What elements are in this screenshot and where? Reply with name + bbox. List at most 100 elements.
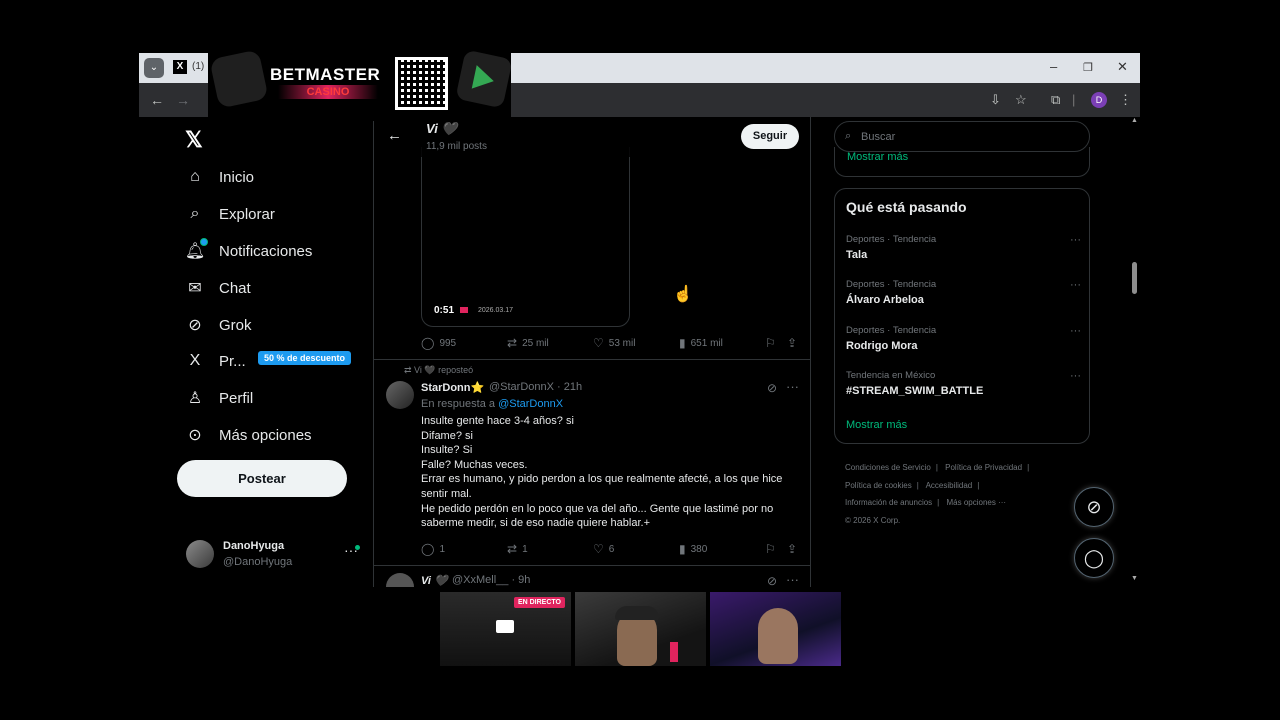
avatar[interactable] [386,381,414,409]
trend-more-icon[interactable]: ··· [1070,234,1081,246]
view-count: 651 mil [690,337,723,349]
discount-badge[interactable]: 50 % de descuento [258,351,352,365]
like-button[interactable]: ♡ 53 mil [593,336,635,350]
x-page: 𝕏 ⌂ Inicio ⌕ Explorar 🔔︎ Notificaciones … [139,117,1140,587]
ad-banner[interactable]: BETMASTER CASINO [208,45,513,121]
tab-title[interactable]: (1) [192,61,204,72]
tweet-actions: ◯ 1 ⇄ 1 ♡ 6 ▮ 380 ⚐ ⇪ [421,542,801,558]
trend-item[interactable]: Tendencia en México #STREAM_SWIM_BATTLE … [846,370,1081,406]
trends-title: Qué está pasando [846,199,967,215]
tweet-author-name[interactable]: StarDonn⭐ [421,381,484,394]
heart-icon: ♡ [593,542,604,556]
back-icon[interactable]: ← [150,92,164,108]
scroll-thumb[interactable] [1132,262,1137,294]
scrollbar[interactable]: ▲ ▼ [1129,117,1140,587]
trend-category: Tendencia en México [846,370,936,381]
tweet-author-handle[interactable]: @XxMell__ · 9h [452,574,530,586]
mouse-cursor-icon: ☝ [673,286,693,303]
trend-item[interactable]: Deportes · Tendencia Tala ··· [846,234,1081,270]
post-button[interactable]: Postear [177,460,347,497]
x-tab-favicon-icon[interactable]: X [173,60,187,74]
grok-icon[interactable]: ⊘ [767,574,777,587]
trend-item[interactable]: Deportes · Tendencia Álvaro Arbeloa ··· [846,279,1081,315]
tweet-author-name[interactable]: Vi 🖤 [421,574,448,587]
views-button[interactable]: ▮ 380 [679,542,707,556]
footer-separator: | [977,480,980,490]
trends-show-more-link[interactable]: Mostrar más [846,419,907,431]
trend-name: Rodrigo Mora [846,340,918,352]
minimize-icon[interactable]: – [1050,59,1057,74]
menu-kebab-icon[interactable]: ⋮ [1119,92,1132,108]
avatar[interactable] [386,573,414,587]
nav-item-grok[interactable]: ⊘ Grok [185,311,251,339]
footer-link[interactable]: Más opciones ··· [946,498,1006,507]
tweet-more-icon[interactable]: ··· [786,572,799,587]
tab-search-button[interactable]: ⌄ [144,58,164,78]
show-more-link[interactable]: Mostrar más [847,151,908,163]
search-box[interactable]: ⌕ [834,121,1090,152]
grok-fab-button[interactable]: ⊘ [1074,487,1114,527]
scroll-down-icon[interactable]: ▼ [1131,575,1138,582]
repost-button[interactable]: ⇄ 25 mil [507,336,549,350]
bell-icon: 🔔︎ [185,238,208,261]
extensions-icon[interactable]: ⧉ [1051,92,1060,108]
trend-item[interactable]: Deportes · Tendencia Rodrigo Mora ··· [846,325,1081,361]
scroll-up-icon[interactable]: ▲ [1131,117,1138,124]
install-app-icon[interactable]: ⇩ [990,92,1001,108]
live-badge: EN DIRECTO [513,597,565,608]
footer-link[interactable]: Política de Privacidad [945,463,1022,472]
x-logo-icon[interactable]: 𝕏 [185,127,203,153]
profile-avatar-icon[interactable]: D [1091,92,1107,108]
bookmark-button[interactable]: ⚐ [765,542,781,556]
account-name[interactable]: DanoHyuga [223,540,284,552]
nav-item-explorar[interactable]: ⌕ Explorar [185,200,275,228]
nav-item-chat[interactable]: ✉ Chat [185,274,250,302]
back-arrow-icon[interactable]: ← [387,127,402,144]
tweet-author-handle[interactable]: @StarDonnX · 21h [489,381,582,393]
search-input[interactable] [859,128,1079,146]
tweet-line: He pedido perdón en lo poco que va del a… [421,502,774,530]
reply-count: 995 [439,337,457,349]
nav-item-mas-opciones[interactable]: ⊙ Más opciones [185,421,311,449]
share-button[interactable]: ⇪ [787,336,802,350]
grok-icon[interactable]: ⊘ [767,381,777,395]
bookmark-star-icon[interactable]: ☆ [1015,92,1027,108]
messages-fab-button[interactable]: ◯ [1074,538,1114,578]
search-icon: ⌕ [190,205,200,222]
trend-more-icon[interactable]: ··· [1070,370,1081,382]
reply-mention-link[interactable]: @StarDonnX [498,398,563,410]
avatar[interactable] [186,540,214,568]
reply-button[interactable]: ◯ 1 [421,542,445,556]
like-button[interactable]: ♡ 6 [593,542,614,556]
footer-link[interactable]: Información de anuncios [845,498,932,507]
heart-icon: ♡ [593,336,604,350]
nav-item-inicio[interactable]: ⌂ Inicio [185,163,254,191]
tweet-line: Difame? si [421,429,473,442]
reply-context: En respuesta a @StarDonnX [421,398,563,410]
repost-button[interactable]: ⇄ 1 [507,542,528,556]
tweet-more-icon[interactable]: ··· [786,379,799,394]
trend-more-icon[interactable]: ··· [1070,325,1081,337]
footer-link[interactable]: Política de cookies [845,481,912,490]
share-button[interactable]: ⇪ [787,542,802,556]
nav-item-notificaciones[interactable]: 🔔︎ Notificaciones [185,237,312,265]
follow-button[interactable]: Seguir [741,124,799,149]
trend-more-icon[interactable]: ··· [1070,279,1081,291]
footer-link[interactable]: Accesibilidad [926,481,973,490]
ad-subtitle: CASINO [278,85,378,99]
video-player[interactable] [421,147,630,327]
nav-item-premium[interactable]: X Pr... [185,347,246,375]
nav-label: Notificaciones [219,242,313,260]
footer-link[interactable]: Condiciones de Servicio [845,463,931,472]
views-button[interactable]: ▮ 651 mil [679,336,723,350]
profile-name: Vi 🖤 [426,121,458,136]
bookmark-icon: ⚐ [765,542,776,556]
account-handle[interactable]: @DanoHyuga [223,556,292,568]
forward-icon[interactable]: → [176,92,190,108]
restore-icon[interactable]: ❐ [1083,61,1093,74]
nav-item-perfil[interactable]: ♙ Perfil [185,384,253,412]
reply-button[interactable]: ◯ 995 [421,336,456,350]
bookmark-button[interactable]: ⚐ [765,336,781,350]
close-window-icon[interactable]: ✕ [1117,59,1128,75]
screen-share-icon [496,620,514,633]
